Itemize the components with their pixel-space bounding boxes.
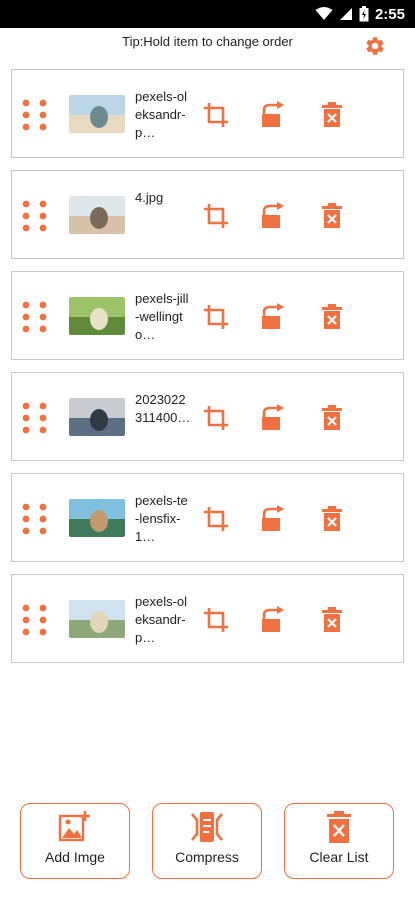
file-name: pexels-oleksandr-p… [135,594,188,645]
clear-list-button[interactable]: Clear List [284,803,394,879]
drag-handle-icon[interactable] [21,603,49,637]
list-item[interactable]: pexels-te-lensfix-1… [11,473,404,562]
drag-handle-icon[interactable] [21,199,49,233]
file-name: pexels-jill-wellingto… [135,291,189,342]
list-item[interactable]: 2023022311400… [11,372,404,461]
delete-icon[interactable] [317,403,347,433]
file-name: 4.jpg [135,190,164,205]
delete-icon[interactable] [317,504,347,534]
status-bar: 2:55 [0,0,415,28]
delete-icon[interactable] [317,302,347,332]
image-thumbnail [69,95,125,133]
crop-icon[interactable] [201,403,231,433]
crop-icon[interactable] [201,201,231,231]
crop-icon[interactable] [201,100,231,130]
drag-handle-icon[interactable] [21,98,49,132]
rotate-icon[interactable] [259,302,289,332]
compress-icon [191,812,223,842]
rotate-icon[interactable] [259,403,289,433]
wifi-icon [315,7,333,20]
compress-button[interactable]: Compress [152,803,262,879]
rotate-icon[interactable] [259,201,289,231]
drag-handle-icon[interactable] [21,300,49,334]
drag-handle-icon[interactable] [21,401,49,435]
list-item[interactable]: 4.jpg [11,170,404,259]
delete-icon[interactable] [317,100,347,130]
add-image-label: Add Imge [45,849,105,865]
add-image-icon [58,811,90,842]
rotate-icon[interactable] [259,504,289,534]
list-item[interactable]: pexels-jill-wellingto… [11,271,404,360]
clear-list-icon [327,811,351,843]
tip-text: Tip:Hold item to change order [122,34,293,49]
signal-icon [339,8,352,20]
image-list: pexels-oleksandr-p… 4.jpg pexels-jill-we… [11,69,404,675]
gear-icon[interactable] [364,35,386,57]
battery-icon [359,6,369,22]
clear-list-label: Clear List [309,849,369,865]
list-item[interactable]: pexels-oleksandr-p… [11,574,404,663]
drag-handle-icon[interactable] [21,502,49,536]
image-thumbnail [69,499,125,537]
image-thumbnail [69,398,125,436]
file-name: pexels-oleksandr-p… [135,89,188,140]
delete-icon[interactable] [317,201,347,231]
compress-label: Compress [175,849,239,865]
crop-icon[interactable] [201,605,231,635]
crop-icon[interactable] [201,302,231,332]
image-thumbnail [69,297,125,335]
file-name: 2023022311400… [135,392,191,425]
status-time: 2:55 [374,5,405,23]
rotate-icon[interactable] [259,605,289,635]
crop-icon[interactable] [201,504,231,534]
list-item[interactable]: pexels-oleksandr-p… [11,69,404,158]
image-thumbnail [69,600,125,638]
image-thumbnail [69,196,125,234]
add-image-button[interactable]: Add Imge [20,803,130,879]
file-name: pexels-te-lensfix-1… [135,493,188,544]
delete-icon[interactable] [317,605,347,635]
rotate-icon[interactable] [259,100,289,130]
